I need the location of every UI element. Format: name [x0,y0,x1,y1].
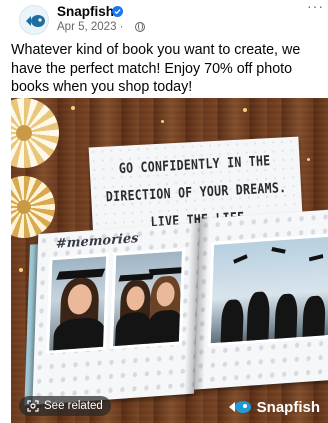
fish-logo-icon [228,401,251,413]
fish-logo-icon [26,15,45,27]
post-date[interactable]: Apr 5, 2023 [57,21,116,33]
post-meta: Apr 5, 2023 · [57,21,124,33]
gown [146,309,184,350]
graduation-cap [308,254,324,262]
confetti [243,108,247,112]
graduation-cap [233,254,248,264]
photo-book: #memories [24,207,328,409]
brand-watermark: Snapfish [228,396,320,418]
more-options-button[interactable]: ··· [307,0,324,14]
confetti [71,106,75,110]
fan-center [16,125,32,141]
gown [302,295,326,345]
post-header: Snapfish Apr 5, 2023 · ··· [0,0,328,40]
globe-icon [135,22,145,32]
page-name-link[interactable]: Snapfish [57,4,114,19]
see-related-label: See related [44,400,103,412]
book-left-page: #memories [32,222,200,405]
graduate-photo [46,253,110,354]
graduation-cap [56,268,106,280]
verified-badge-icon [112,6,123,17]
graduation-cap [118,273,155,282]
graduation-cap [148,267,185,276]
brand-label: Snapfish [256,398,320,416]
confetti [307,158,310,161]
fan-center [17,200,31,214]
confetti [161,120,164,123]
gown [220,298,245,347]
lens-search-icon [27,400,39,412]
graduates-photo [109,247,186,350]
see-related-button[interactable]: See related [19,396,111,416]
book-right-page [194,208,328,390]
confetti [19,268,23,272]
post-image[interactable]: GO CONFIDENTLY IN THE DIRECTION OF YOUR … [11,98,328,423]
graduation-cap [271,247,286,254]
book-title: #memories [55,231,139,252]
gown [246,291,271,347]
meta-separator: · [119,21,124,33]
grads-in-air-photo [207,232,328,347]
post-caption: Whatever kind of book you want to create… [11,42,301,95]
gown [274,293,298,347]
page-avatar[interactable] [19,5,49,35]
